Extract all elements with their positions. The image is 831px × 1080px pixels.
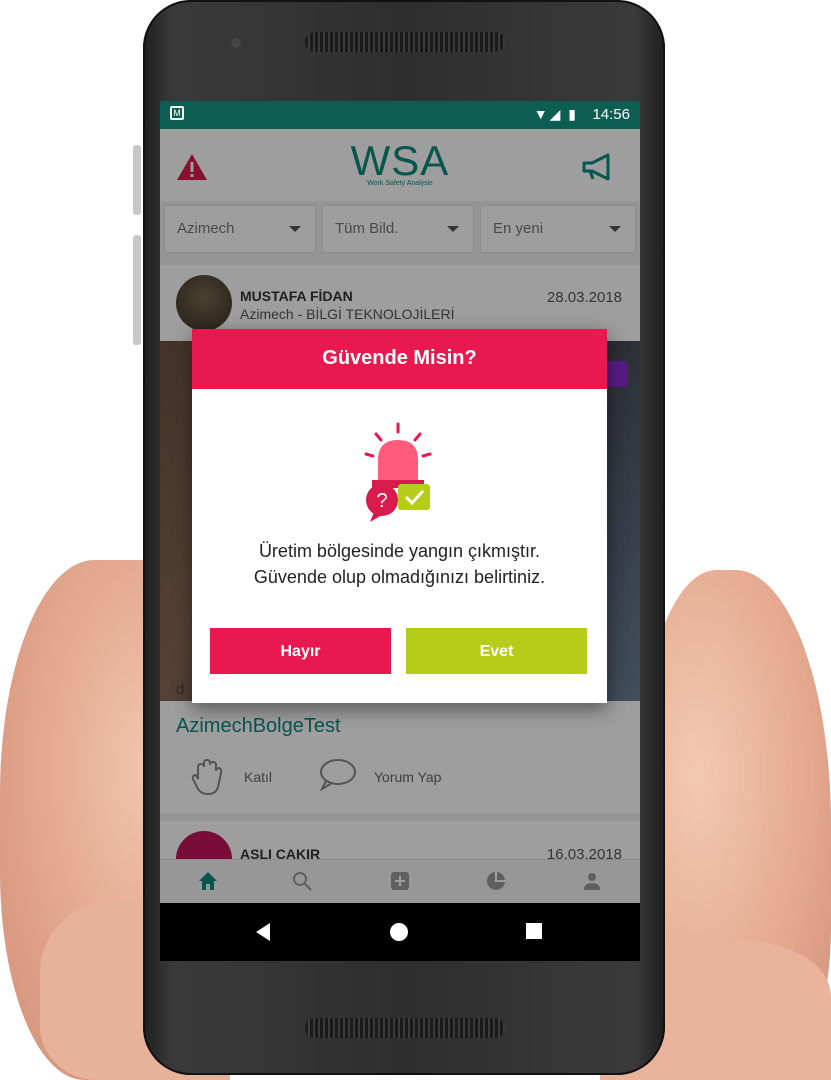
bottom-speaker — [305, 1018, 505, 1038]
svg-text:?: ? — [376, 490, 387, 512]
dialog-title: Güvende Misin? — [192, 329, 607, 389]
recent-apps-icon[interactable] — [526, 923, 542, 939]
dialog-message: Üretim bölgesinde yangın çıkmıştır. Güve… — [192, 538, 607, 590]
gmail-notification-icon: M — [170, 106, 184, 120]
back-icon[interactable] — [256, 923, 270, 941]
volume-button — [133, 145, 141, 215]
earpiece-speaker — [305, 32, 505, 52]
dialog-message-line2: Güvende olup olmadığınızı belirtiniz. — [253, 567, 546, 587]
signal-battery-icons: ▼◢ ▮ — [533, 106, 578, 122]
power-button — [133, 235, 141, 345]
home-button-icon[interactable] — [390, 923, 408, 941]
no-button[interactable]: Hayır — [210, 628, 391, 674]
status-bar: M ▼◢ ▮ 14:56 — [160, 101, 640, 129]
dialog-message-line1: Üretim bölgesinde yangın çıkmıştır. — [258, 541, 541, 561]
status-time: 14:56 — [592, 106, 630, 123]
alarm-light-icon: ? — [364, 422, 432, 522]
front-camera-icon — [231, 38, 241, 48]
yes-button[interactable]: Evet — [406, 628, 587, 674]
